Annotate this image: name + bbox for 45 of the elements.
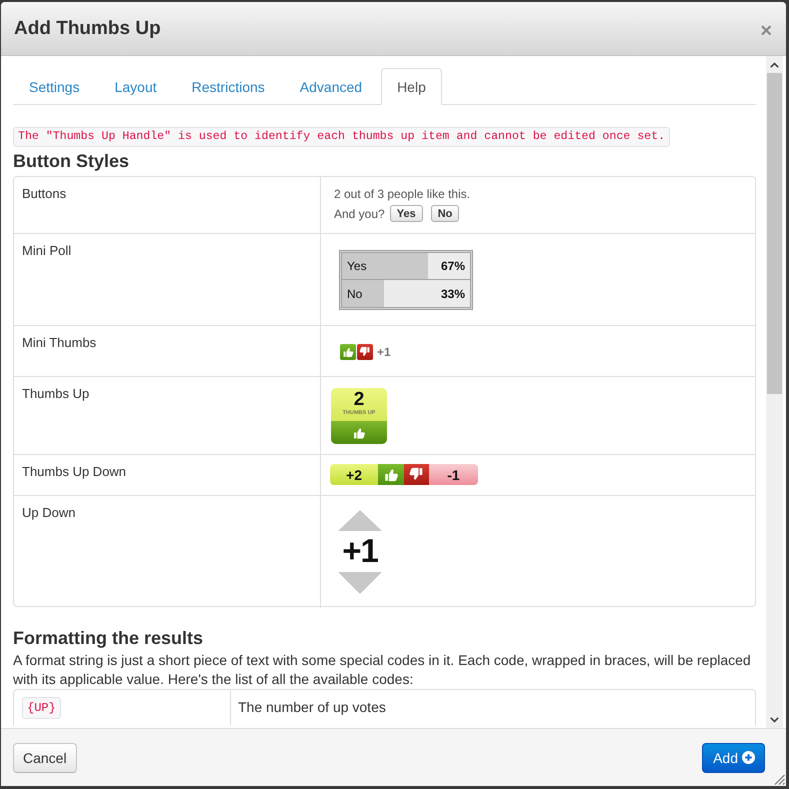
thumbs-down-icon[interactable]: [357, 344, 373, 360]
poll-percent: 67%: [440, 259, 465, 273]
style-name: Buttons: [22, 185, 66, 203]
section-heading: Formatting the results: [13, 627, 204, 650]
scrollbar-thumb[interactable]: [767, 73, 782, 394]
tab[interactable]: Layout: [98, 68, 173, 105]
tab[interactable]: Help: [381, 68, 442, 105]
code-description: The number of up votes: [238, 699, 386, 715]
style-name: Up Down: [22, 504, 76, 522]
handle-notice: The "Thumbs Up Handle" is used to identify each thumbs up item and cannot be edited once set.: [13, 127, 670, 147]
vote-button[interactable]: Yes: [390, 205, 423, 222]
thumbs-up-icon[interactable]: [340, 344, 356, 360]
plus-circle-icon: [742, 751, 755, 764]
intro-paragraph: A format string is just a short piece of text with some special codes in it. Each code, wrapped in braces, will be replaced with its applicable value. Here's the list of all the available codes:: [13, 651, 752, 689]
tab[interactable]: Advanced: [284, 68, 378, 105]
tab[interactable]: Restrictions: [176, 68, 281, 105]
thumbs-up-icon[interactable]: [378, 464, 404, 485]
vote-score: +1: [377, 344, 391, 360]
poll-percent: 33%: [440, 286, 465, 300]
vote-score: +1: [342, 532, 378, 570]
add-button[interactable]: Add: [702, 742, 765, 772]
style-name: Mini Poll: [22, 242, 72, 260]
thumbs-down-icon[interactable]: [404, 464, 429, 485]
poll-bar[interactable]: Yes 67%: [341, 252, 471, 280]
vote-button[interactable]: No: [430, 205, 460, 222]
section-heading: Button Styles: [13, 150, 130, 173]
cancel-button[interactable]: Cancel: [13, 742, 77, 772]
thumbs-up-button[interactable]: [331, 421, 387, 444]
style-name: Thumbs Up: [22, 385, 90, 403]
vote-count: 2: [354, 390, 364, 410]
code-snippet: {UP}: [22, 697, 61, 719]
chevron-down-icon[interactable]: [770, 716, 779, 722]
chevron-up-icon[interactable]: [770, 62, 779, 68]
tab[interactable]: Settings: [13, 68, 96, 105]
poll-option-label: No: [347, 286, 362, 300]
resize-grip-icon[interactable]: [774, 774, 785, 785]
style-name: Thumbs Up Down: [22, 463, 126, 481]
upvote-score: +2: [330, 464, 378, 485]
downvote-score: -1: [429, 464, 478, 485]
likes-summary: 2 out of 3 people like this.: [334, 187, 470, 201]
poll-option-label: Yes: [347, 259, 367, 273]
vote-prompt: And you?: [334, 206, 385, 220]
dialog-title: Add Thumbs Up: [14, 18, 161, 40]
style-name: Mini Thumbs: [22, 334, 96, 352]
poll-bar[interactable]: No 33%: [341, 280, 471, 308]
